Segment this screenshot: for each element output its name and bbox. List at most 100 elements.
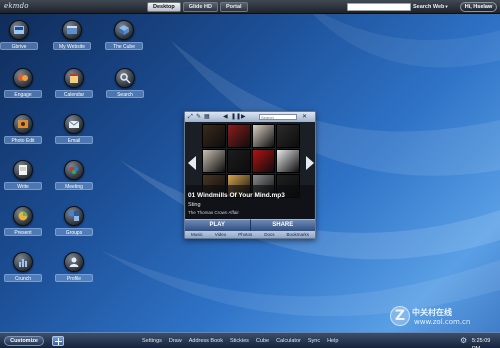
tab-photos[interactable]: Photos xyxy=(238,231,252,238)
taskbar-address-book[interactable]: Address Book xyxy=(189,337,223,345)
website-icon xyxy=(62,20,82,40)
engage-icon xyxy=(13,68,33,88)
tab-glide-hd[interactable]: Glide HD xyxy=(182,2,218,12)
zol-watermark: Z 中关村在线 www.zol.com.cn xyxy=(390,306,488,330)
desktop-icon-present[interactable]: Present xyxy=(4,204,42,246)
maximize-icon[interactable]: ⤢ xyxy=(188,113,193,121)
media-search-input[interactable]: Search xyxy=(259,114,297,120)
desktop-icon-label: Email xyxy=(55,136,93,144)
album-cover[interactable] xyxy=(276,149,300,173)
watermark-chinese-text: 中关村在线 xyxy=(412,308,452,317)
desktop-icon-label: Photo Edit xyxy=(4,136,42,144)
desktop-icon-calendar[interactable]: Calendar xyxy=(55,66,93,108)
desktop-icon-label: Calendar xyxy=(55,90,93,98)
search-web-label: Search Web xyxy=(413,4,445,10)
now-playing-info: 01 Windmills Of Your Mind.mp3 Sting The … xyxy=(186,185,314,219)
present-icon xyxy=(13,206,33,226)
tab-portal[interactable]: Portal xyxy=(219,2,248,12)
chevron-down-icon: ▾ xyxy=(445,4,448,9)
track-artist: Sting xyxy=(188,202,201,208)
customize-button[interactable]: Customize xyxy=(4,336,44,346)
media-tabs: Music Video Photos Docs Bookmarks xyxy=(185,231,315,238)
desktop-icon-my-website[interactable]: My Website xyxy=(53,18,91,60)
previous-arrow-icon[interactable] xyxy=(188,156,196,170)
desktop-icon-crunch[interactable]: Crunch xyxy=(4,250,42,292)
watermark-url: www.zol.com.cn xyxy=(414,318,471,326)
taskbar-apps: Settings Draw Address Book Stickies Cube… xyxy=(142,337,338,345)
desktop-icon-label: Crunch xyxy=(4,274,42,282)
desktop-icon-write[interactable]: Write xyxy=(4,158,42,200)
album-cover[interactable] xyxy=(276,124,300,148)
calendar-icon xyxy=(64,68,84,88)
desktop-icon-meeting[interactable]: Meeting xyxy=(55,158,93,200)
taskbar-sync[interactable]: Sync xyxy=(308,337,320,345)
player-buttons: PLAY SHARE xyxy=(185,219,315,231)
desktop-icon-label: Present xyxy=(4,228,42,236)
desktop-icon-photo-edit[interactable]: Photo Edit xyxy=(4,112,42,154)
photo-edit-icon xyxy=(13,114,33,134)
taskbar-draw[interactable]: Draw xyxy=(169,337,182,345)
desktop-icon-label: My Website xyxy=(53,42,91,50)
app-logo: ekmdo xyxy=(4,2,29,10)
search-input[interactable] xyxy=(347,3,411,11)
play-button[interactable]: PLAY xyxy=(185,219,250,231)
cube-icon xyxy=(114,20,134,40)
user-menu-button[interactable]: Hi, Hselaw xyxy=(460,2,497,12)
write-icon xyxy=(13,160,33,180)
media-player-widget: ⤢ ✎ ▦ ◀ ❚❚ ▶ Search ✕ 01 Windmills Of Yo… xyxy=(184,111,316,239)
album-cover[interactable] xyxy=(226,149,251,173)
desktop-icon-search[interactable]: Search xyxy=(106,66,144,108)
taskbar-settings[interactable]: Settings xyxy=(142,337,162,345)
drive-icon xyxy=(9,20,29,40)
tab-video[interactable]: Video xyxy=(215,231,226,238)
top-tabs: Desktop Glide HD Portal xyxy=(147,2,248,12)
desktop-icon-the-cube[interactable]: The Cube xyxy=(105,18,143,60)
desktop-icon-label: Profile xyxy=(55,274,93,282)
share-button[interactable]: SHARE xyxy=(249,219,315,231)
desktop-icon-email[interactable]: Email xyxy=(55,112,93,154)
next-arrow-icon[interactable] xyxy=(306,156,314,170)
nav-pause-icon[interactable]: ❚❚ xyxy=(231,113,241,121)
taskbar-stickies[interactable]: Stickies xyxy=(230,337,249,345)
desktop-icon-gbrive[interactable]: Gbrive xyxy=(0,18,38,60)
nav-forward-icon[interactable]: ▶ xyxy=(241,113,246,121)
desktop-icon-label: Meeting xyxy=(55,182,93,190)
desktop-icon-engage[interactable]: Engage xyxy=(4,66,42,108)
bottom-taskbar: Customize Settings Draw Address Book Sti… xyxy=(0,332,500,348)
album-cover[interactable] xyxy=(251,124,276,148)
search-web-dropdown[interactable]: Search Web▾ xyxy=(413,3,448,11)
crunch-icon xyxy=(13,252,33,272)
zol-logo-icon: Z xyxy=(390,306,410,326)
desktop-icon-groups[interactable]: Groups xyxy=(55,204,93,246)
search-icon xyxy=(115,68,135,88)
add-widget-button[interactable] xyxy=(52,336,64,346)
close-icon[interactable]: ✕ xyxy=(302,113,307,121)
desktop-icon-label: The Cube xyxy=(105,42,143,50)
album-cover[interactable] xyxy=(202,149,226,173)
album-cover[interactable] xyxy=(251,149,276,173)
album-cover[interactable] xyxy=(202,124,226,148)
settings-icon[interactable]: ✎ xyxy=(196,113,201,121)
profile-icon xyxy=(64,252,84,272)
gear-icon[interactable]: ⚙ xyxy=(460,336,468,345)
track-album: The Thomas Crown Affair xyxy=(188,210,239,215)
desktop-icon-profile[interactable]: Profile xyxy=(55,250,93,292)
plus-icon xyxy=(55,338,62,345)
tab-music[interactable]: Music xyxy=(191,231,203,238)
email-icon xyxy=(64,114,84,134)
taskbar-cube[interactable]: Cube xyxy=(256,337,269,345)
desktop-icon-label: Engage xyxy=(4,90,42,98)
tab-bookmarks[interactable]: Bookmarks xyxy=(286,231,309,238)
nav-back-icon[interactable]: ◀ xyxy=(223,113,228,121)
taskbar-calculator[interactable]: Calculator xyxy=(276,337,301,345)
clock: 5:25:09 PM xyxy=(472,338,491,348)
desktop-icon-label: Gbrive xyxy=(0,42,38,50)
media-player-toolbar: ⤢ ✎ ▦ ◀ ❚❚ ▶ Search ✕ xyxy=(185,112,315,122)
taskbar-help[interactable]: Help xyxy=(327,337,338,345)
album-cover[interactable] xyxy=(226,124,251,148)
desktop-icon-label: Search xyxy=(106,90,144,98)
tab-desktop[interactable]: Desktop xyxy=(147,2,181,12)
top-bar: ekmdo Desktop Glide HD Portal Search Web… xyxy=(0,0,500,14)
grid-view-icon[interactable]: ▦ xyxy=(204,113,210,121)
tab-docs[interactable]: Docs xyxy=(264,231,274,238)
